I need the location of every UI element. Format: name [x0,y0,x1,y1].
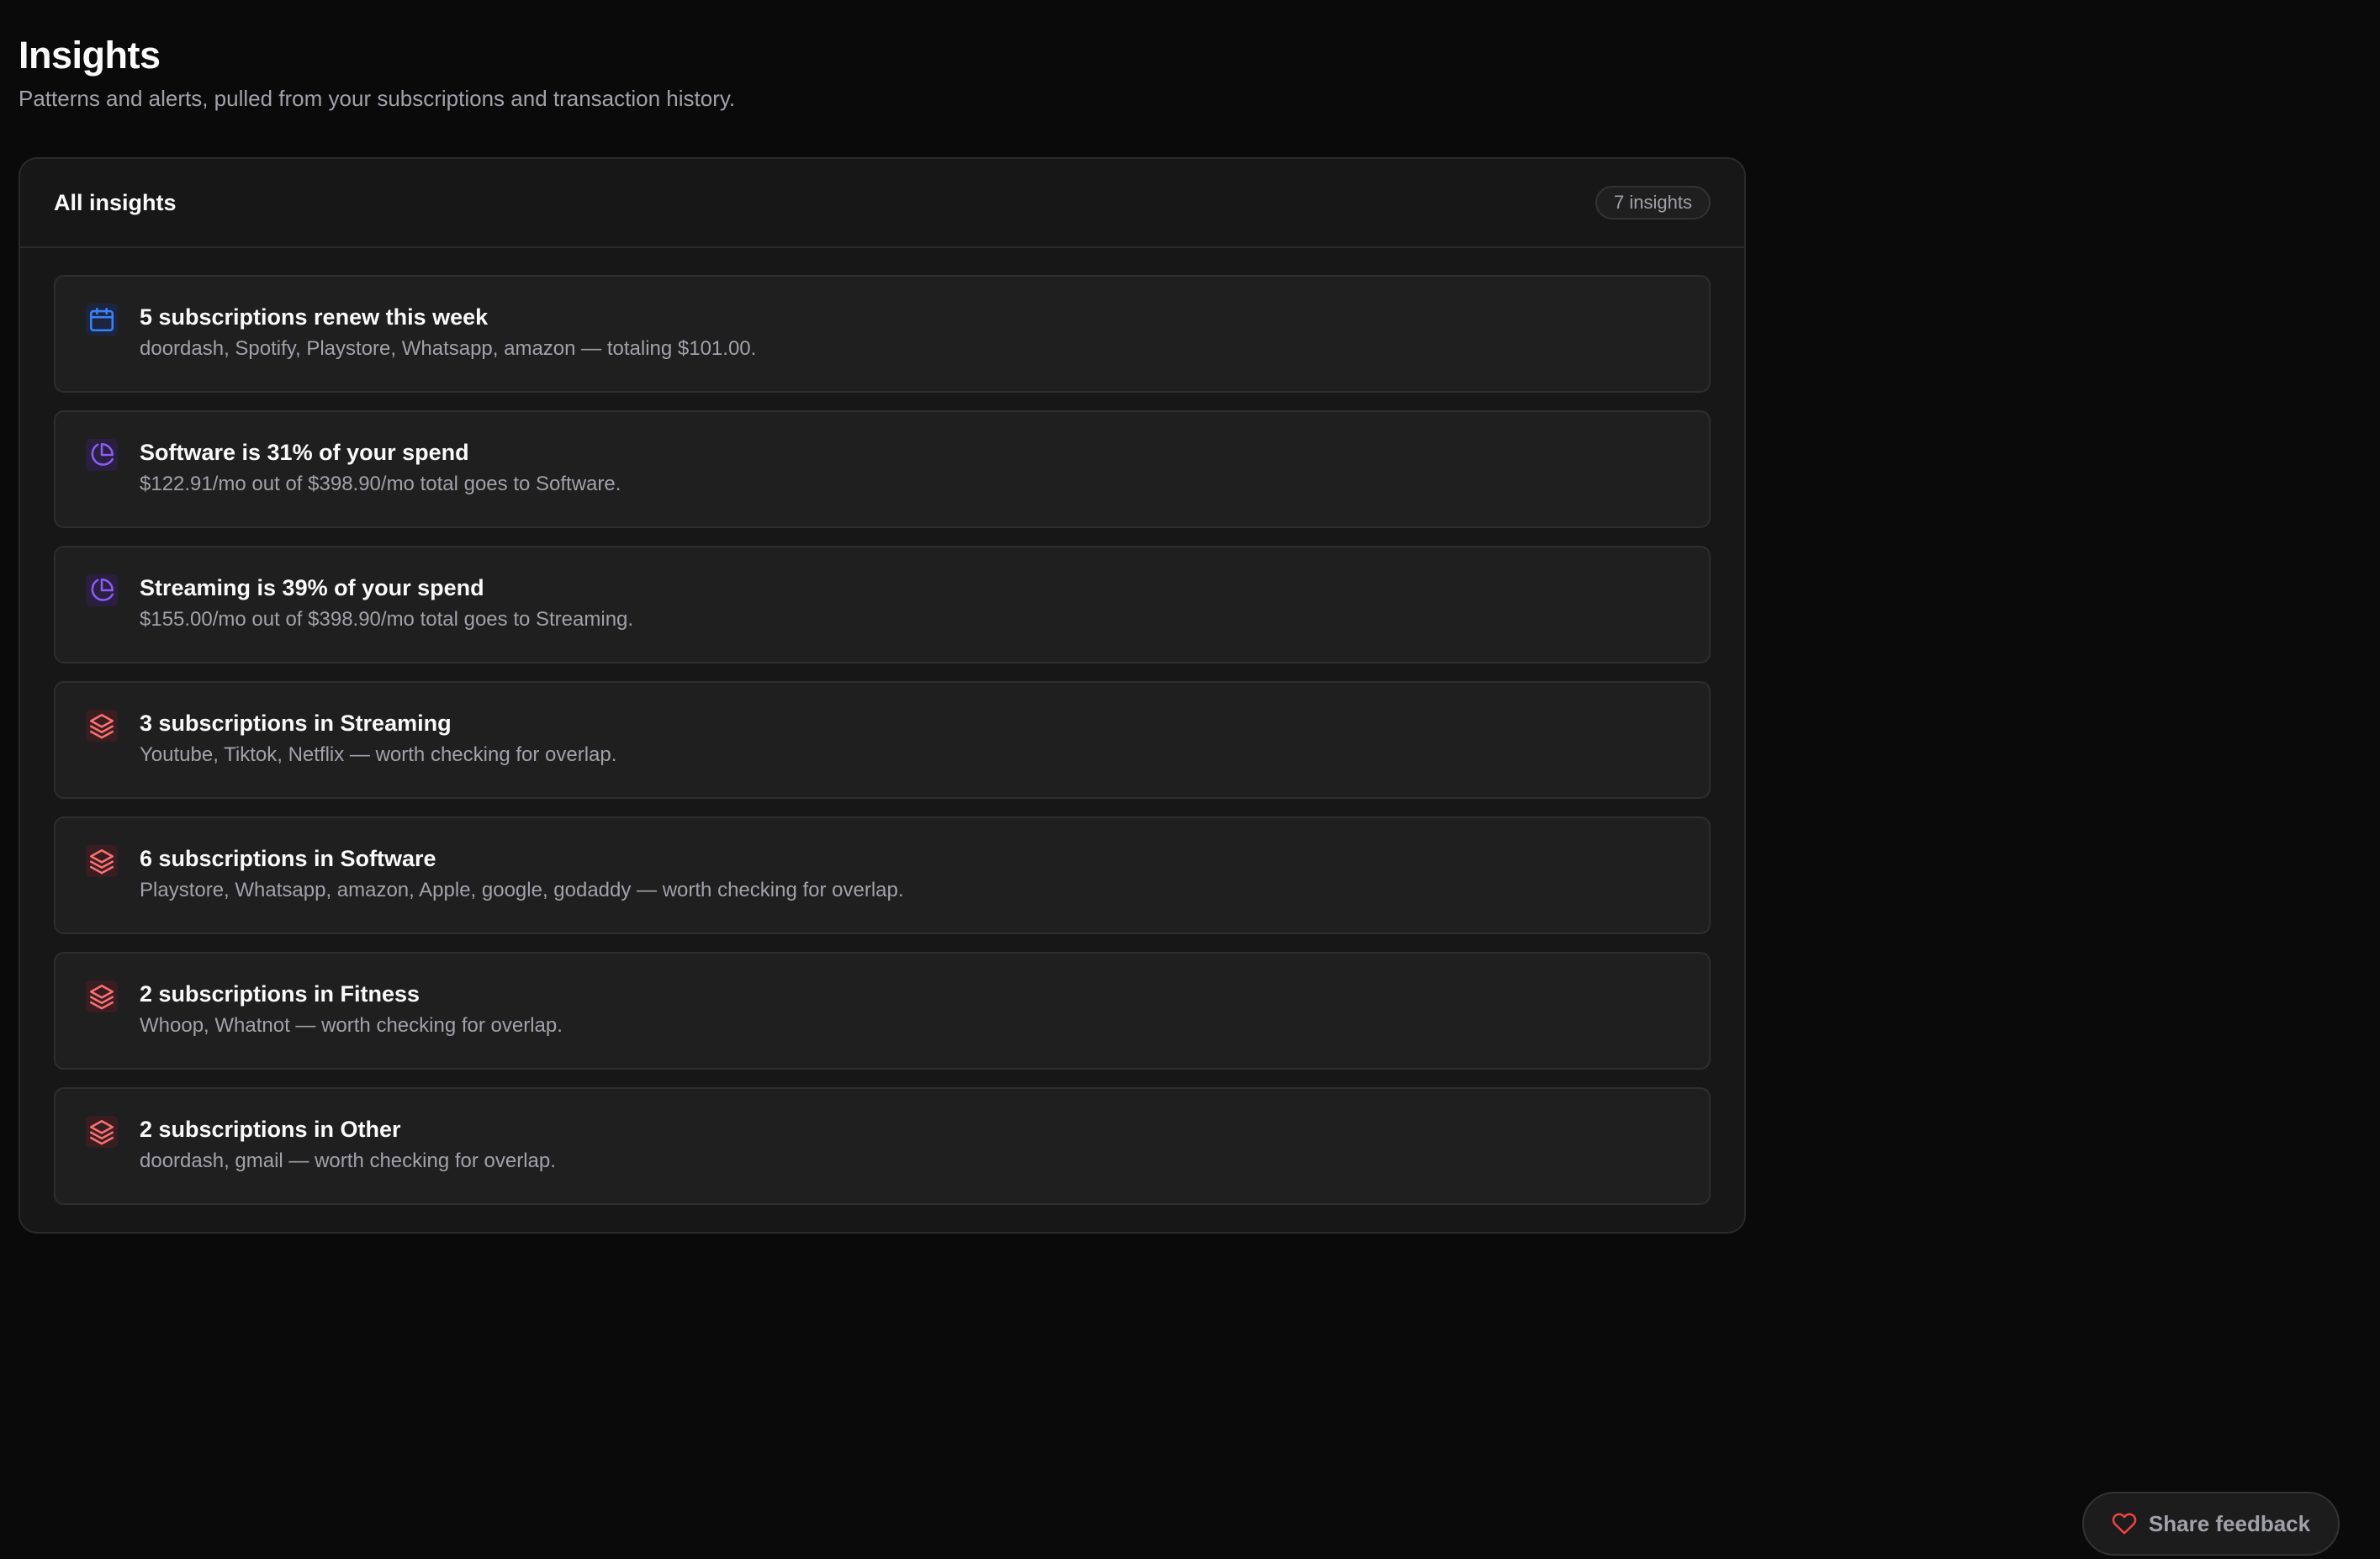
insight-text: 5 subscriptions renew this week doordash… [140,302,756,364]
share-feedback-button[interactable]: Share feedback [2082,1492,2340,1556]
share-feedback-label: Share feedback [2148,1510,2311,1536]
page-header: Insights Patterns and alerts, pulled fro… [19,30,735,113]
insight-text: Software is 31% of your spend $122.91/mo… [140,437,621,499]
insight-description: Playstore, Whatsapp, amazon, Apple, goog… [140,879,904,901]
insight-text: Streaming is 39% of your spend $155.00/m… [140,573,633,635]
insights-page: Insights Patterns and alerts, pulled fro… [0,0,2380,1559]
insight-description: $122.91/mo out of $398.90/mo total goes … [140,473,621,495]
insight-title: Software is 31% of your spend [140,440,469,465]
insight-description: doordash, gmail — worth checking for ove… [140,1149,556,1172]
insight-description: $155.00/mo out of $398.90/mo total goes … [140,608,634,631]
insight-text: 6 subscriptions in Software Playstore, W… [140,843,904,906]
insight-title: 5 subscriptions renew this week [140,304,489,330]
insight-description: Youtube, Tiktok, Netflix — worth checkin… [140,743,617,766]
insight-list: 5 subscriptions renew this week doordash… [20,248,1744,1205]
insight-item-other-overlap[interactable]: 2 subscriptions in Other doordash, gmail… [54,1087,1711,1205]
insight-title: Streaming is 39% of your spend [140,575,484,600]
card-header: All insights 7 insights [20,159,1744,248]
insight-title: 3 subscriptions in Streaming [140,711,452,736]
page-subtitle: Patterns and alerts, pulled from your su… [19,86,736,111]
layers-icon [86,710,118,742]
insight-item-streaming-share[interactable]: Streaming is 39% of your spend $155.00/m… [54,546,1711,663]
insight-text: 3 subscriptions in Streaming Youtube, Ti… [140,708,616,770]
page-title: Insights [19,34,161,77]
insight-text: 2 subscriptions in Other doordash, gmail… [140,1114,556,1176]
insights-card: All insights 7 insights 5 subscriptions … [19,157,1746,1234]
heart-icon [2112,1511,2137,1536]
layers-icon [86,845,118,877]
insight-title: 6 subscriptions in Software [140,846,436,871]
layers-icon [86,980,118,1012]
insight-title: 2 subscriptions in Other [140,1117,401,1142]
insight-item-software-overlap[interactable]: 6 subscriptions in Software Playstore, W… [54,816,1711,934]
insight-item-fitness-overlap[interactable]: 2 subscriptions in Fitness Whoop, Whatno… [54,952,1711,1070]
insight-item-streaming-overlap[interactable]: 3 subscriptions in Streaming Youtube, Ti… [54,681,1711,799]
insight-text: 2 subscriptions in Fitness Whoop, Whatno… [140,979,563,1041]
insight-title: 2 subscriptions in Fitness [140,981,420,1007]
pie-chart-icon [86,574,118,606]
card-title: All insights [54,189,177,215]
layers-icon [86,1116,118,1148]
insight-item-software-share[interactable]: Software is 31% of your spend $122.91/mo… [54,410,1711,528]
insight-item-renewals[interactable]: 5 subscriptions renew this week doordash… [54,275,1711,393]
insight-description: Whoop, Whatnot — worth checking for over… [140,1014,563,1037]
pie-chart-icon [86,439,118,471]
insights-count-badge: 7 insights [1595,186,1711,219]
insight-description: doordash, Spotify, Playstore, Whatsapp, … [140,337,757,360]
calendar-icon [86,304,118,336]
